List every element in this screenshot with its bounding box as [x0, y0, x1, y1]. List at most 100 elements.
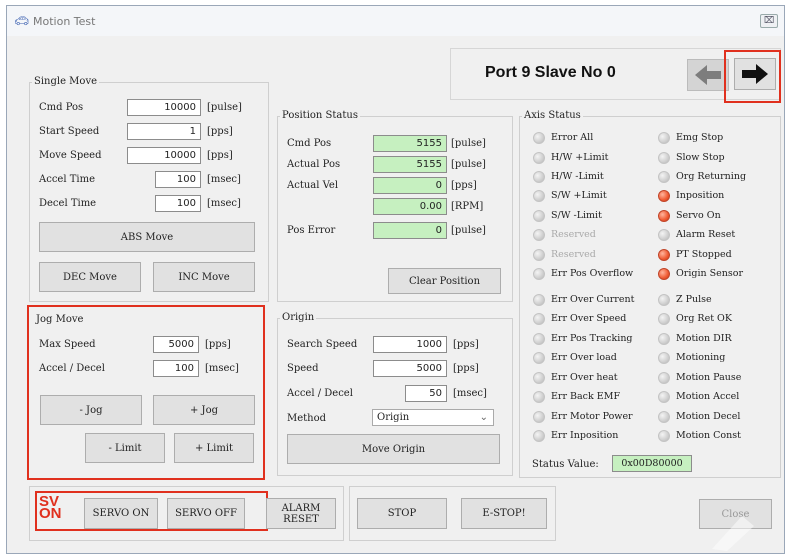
axis-status-label: Err Over heat [551, 372, 618, 383]
status-led-icon [658, 411, 670, 423]
status-led-icon [533, 294, 545, 306]
single-move-row-input[interactable]: 100 [155, 171, 201, 188]
axis-status-label: PT Stopped [676, 249, 732, 260]
next-port-button[interactable] [734, 58, 776, 90]
method-select[interactable]: Origin ⌄ [372, 409, 494, 426]
chevron-down-icon: ⌄ [479, 412, 488, 423]
origin-row-input[interactable]: 50 [405, 385, 447, 402]
prev-port-button[interactable] [687, 59, 729, 91]
arrow-right-icon [742, 64, 768, 84]
axis-status-label: Slow Stop [676, 152, 725, 163]
plus-jog-button[interactable]: + Jog [153, 395, 255, 425]
axis-status-label: Org Ret OK [676, 313, 732, 324]
status-led-icon [658, 313, 670, 325]
axis-status-label: Servo On [676, 210, 721, 221]
position-row-value: 0.00 [373, 198, 447, 215]
position-row-value: 0 [373, 222, 447, 239]
status-led-icon [658, 268, 670, 280]
origin-row-unit: [msec] [453, 388, 487, 399]
status-led-icon [533, 249, 545, 261]
axis-status-label: Origin Sensor [676, 268, 744, 279]
method-select-value: Origin [377, 412, 410, 423]
clear-position-button[interactable]: Clear Position [388, 268, 501, 294]
jog-move-row-input[interactable]: 100 [153, 360, 199, 377]
minus-limit-button[interactable]: - Limit [85, 433, 165, 463]
axis-status-label: Err Over Speed [551, 313, 627, 324]
status-led-icon [658, 249, 670, 261]
single-move-row-unit: [pps] [207, 126, 233, 137]
jog-move-row-input[interactable]: 5000 [153, 336, 199, 353]
axis-status-label: Err Back EMF [551, 391, 621, 402]
jog-move-row-label: Accel / Decel [39, 363, 105, 374]
single-move-row-unit: [pulse] [207, 102, 242, 113]
axis-status-label: Err Pos Tracking [551, 333, 633, 344]
status-led-icon [658, 430, 670, 442]
status-led-icon [533, 171, 545, 183]
close-window-button[interactable]: ⌧ [760, 14, 778, 28]
watermark-logo [712, 516, 754, 551]
single-move-row-unit: [pps] [207, 150, 233, 161]
status-led-icon [533, 372, 545, 384]
status-led-icon [658, 190, 670, 202]
minus-jog-button[interactable]: - Jog [40, 395, 142, 425]
status-led-icon [658, 391, 670, 403]
origin-row-label: Search Speed [287, 339, 358, 350]
axis-status-label: Motion DIR [676, 333, 732, 344]
status-led-icon [533, 152, 545, 164]
position-row-unit: [pulse] [451, 225, 486, 236]
position-row-unit: [pulse] [451, 159, 486, 170]
status-led-icon [658, 229, 670, 241]
axis-status-label: Err Motor Power [551, 411, 633, 422]
origin-row-label: Accel / Decel [287, 388, 353, 399]
stop-button[interactable]: STOP [357, 498, 447, 529]
axis-status-label: Motion Pause [676, 372, 742, 383]
axis-status-label: Motion Decel [676, 411, 741, 422]
axis-status-label: Err Over Current [551, 294, 635, 305]
status-led-icon [533, 210, 545, 222]
single-move-row-input[interactable]: 10000 [127, 99, 201, 116]
single-move-row-input[interactable]: 1 [127, 123, 201, 140]
single-move-row-input[interactable]: 100 [155, 195, 201, 212]
arrow-left-icon [695, 65, 721, 85]
single-move-row-label: Decel Time [39, 198, 97, 209]
origin-row-label: Speed [287, 363, 319, 374]
alarm-reset-button[interactable]: ALARM RESET [266, 498, 336, 529]
axis-status-label: Motion Accel [676, 391, 740, 402]
status-led-icon [533, 132, 545, 144]
status-led-icon [533, 313, 545, 325]
servo-on-button[interactable]: SERVO ON [84, 498, 158, 529]
estop-button[interactable]: E-STOP! [461, 498, 547, 529]
axis-status-label: H/W -Limit [551, 171, 604, 182]
status-led-icon [533, 391, 545, 403]
inc-move-button[interactable]: INC Move [153, 262, 255, 292]
axis-status-label: H/W +Limit [551, 152, 609, 163]
axis-status-label: Reserved [551, 249, 596, 260]
status-led-icon [658, 333, 670, 345]
axis-status-label: Motion Const [676, 430, 741, 441]
status-led-icon [533, 229, 545, 241]
jog-move-row-label: Max Speed [39, 339, 96, 350]
origin-row-input[interactable]: 5000 [373, 360, 447, 377]
status-led-icon [658, 210, 670, 222]
origin-row-input[interactable]: 1000 [373, 336, 447, 353]
single-move-row-label: Accel Time [39, 174, 95, 185]
abs-move-button[interactable]: ABS Move [39, 222, 255, 252]
sv-line2: ON [39, 505, 62, 522]
servo-off-button[interactable]: SERVO OFF [167, 498, 245, 529]
axis-status-label: Motioning [676, 352, 726, 363]
port-title: Port 9 Slave No 0 [485, 64, 616, 81]
position-row-unit: [RPM] [451, 201, 484, 212]
jog-move-title: Jog Move [36, 314, 84, 325]
single-move-row-input[interactable]: 10000 [127, 147, 201, 164]
status-led-icon [658, 372, 670, 384]
axis-status-title: Axis Status [522, 110, 583, 121]
motion-test-window: 🚗︎ Motion Test ⌧ Port 9 Slave No 0 Singl… [6, 5, 785, 554]
position-row-value: 0 [373, 177, 447, 194]
dec-move-button[interactable]: DEC Move [39, 262, 141, 292]
status-led-icon [533, 352, 545, 364]
single-move-row-label: Move Speed [39, 150, 102, 161]
single-move-row-unit: [msec] [207, 198, 241, 209]
plus-limit-button[interactable]: + Limit [174, 433, 254, 463]
move-origin-button[interactable]: Move Origin [287, 434, 500, 464]
sv-on-indicator: SV ON [39, 494, 62, 522]
